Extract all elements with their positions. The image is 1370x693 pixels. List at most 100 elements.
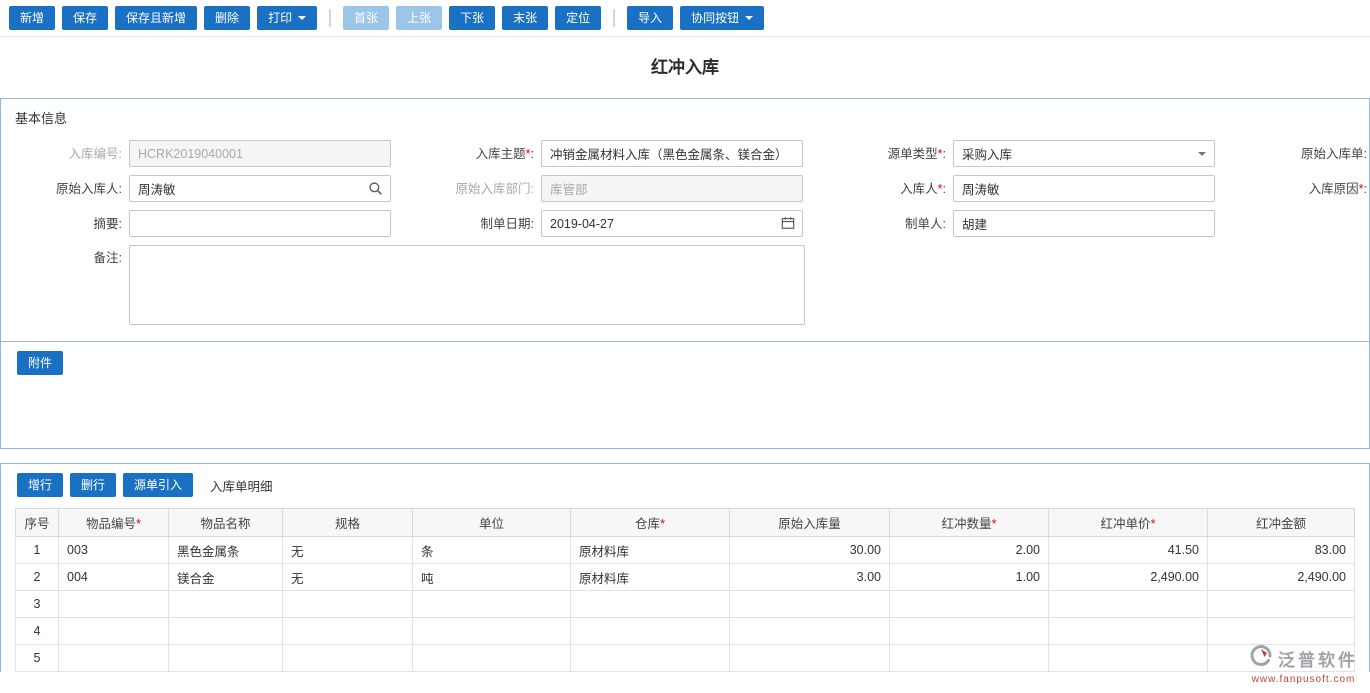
summary-label: 摘要: bbox=[1, 211, 129, 237]
delete-row-button[interactable]: 删行 bbox=[70, 473, 116, 497]
toolbar-button-next[interactable]: 下张 bbox=[449, 6, 495, 30]
original-dept-input[interactable] bbox=[541, 175, 803, 202]
chevron-down-icon bbox=[298, 16, 306, 24]
table-cell[interactable] bbox=[1208, 591, 1355, 618]
table-cell[interactable]: 5 bbox=[16, 645, 59, 672]
add-row-button[interactable]: 增行 bbox=[17, 473, 63, 497]
toolbar-button-last[interactable]: 末张 bbox=[502, 6, 548, 30]
table-cell[interactable] bbox=[283, 591, 413, 618]
toolbar-button-save-and-new[interactable]: 保存且新增 bbox=[115, 6, 197, 30]
table-cell[interactable] bbox=[1049, 645, 1208, 672]
table-cell[interactable]: 30.00 bbox=[730, 537, 890, 564]
toolbar-button-new[interactable]: 新增 bbox=[9, 6, 55, 30]
entry-subject-label: 入库主题*: bbox=[391, 141, 541, 167]
table-cell[interactable]: 004 bbox=[59, 564, 169, 591]
table-cell[interactable] bbox=[1049, 618, 1208, 645]
table-cell[interactable]: 条 bbox=[413, 537, 571, 564]
calendar-icon[interactable] bbox=[781, 216, 795, 230]
source-type-select[interactable]: 采购入库 bbox=[953, 140, 1215, 167]
table-cell[interactable]: 3 bbox=[16, 591, 59, 618]
table-cell[interactable] bbox=[59, 618, 169, 645]
table-cell[interactable]: 003 bbox=[59, 537, 169, 564]
entry-reason-label: 入库原因*: bbox=[1309, 176, 1369, 202]
table-cell[interactable] bbox=[571, 591, 730, 618]
toolbar-button-first[interactable]: 首张 bbox=[343, 6, 389, 30]
red-flush-inbound-page: 新增 保存 保存且新增 删除 打印 首张 上张 下张 末张 定位 导入 协同按钮… bbox=[0, 0, 1370, 693]
attachment-area: 附件 bbox=[1, 342, 1369, 448]
table-cell[interactable] bbox=[571, 618, 730, 645]
table-cell[interactable] bbox=[890, 618, 1049, 645]
watermark-url: www.fanpusoft.com bbox=[1249, 674, 1358, 685]
table-cell[interactable] bbox=[59, 591, 169, 618]
entry-person-input[interactable] bbox=[953, 175, 1215, 202]
entry-no-input[interactable] bbox=[129, 140, 391, 167]
column-header-flush-price: 红冲单价* bbox=[1049, 509, 1208, 537]
table-cell[interactable]: 无 bbox=[283, 537, 413, 564]
doc-date-input[interactable] bbox=[541, 210, 803, 237]
table-cell[interactable]: 无 bbox=[283, 564, 413, 591]
table-cell[interactable]: 原材料库 bbox=[571, 537, 730, 564]
column-header-warehouse: 仓库* bbox=[571, 509, 730, 537]
summary-input[interactable] bbox=[129, 210, 391, 237]
form-row-1: 入库编号: 入库主题*: 源单类型*: 采购入库 原始入库单: bbox=[1, 140, 1369, 167]
column-header-flush-qty: 红冲数量* bbox=[890, 509, 1049, 537]
table-cell[interactable] bbox=[730, 591, 890, 618]
table-cell[interactable] bbox=[169, 618, 283, 645]
toolbar-button-delete[interactable]: 删除 bbox=[204, 6, 250, 30]
table-cell[interactable] bbox=[283, 645, 413, 672]
search-icon[interactable] bbox=[368, 181, 383, 196]
table-row: 3 bbox=[16, 591, 1355, 618]
table-cell[interactable]: 2,490.00 bbox=[1208, 564, 1355, 591]
source-import-button[interactable]: 源单引入 bbox=[123, 473, 193, 497]
table-cell[interactable]: 2 bbox=[16, 564, 59, 591]
table-cell[interactable] bbox=[1049, 591, 1208, 618]
remark-textarea[interactable] bbox=[129, 245, 805, 325]
table-cell[interactable] bbox=[169, 645, 283, 672]
table-cell[interactable]: 镁合金 bbox=[169, 564, 283, 591]
table-cell[interactable]: 4 bbox=[16, 618, 59, 645]
table-cell[interactable] bbox=[571, 645, 730, 672]
table-cell[interactable]: 吨 bbox=[413, 564, 571, 591]
detail-toolbar: 增行 删行 源单引入 入库单明细 bbox=[1, 464, 1369, 504]
form-row-3: 摘要: 制单日期: 制单人: bbox=[1, 210, 1369, 237]
detail-table: 序号 物品编号* 物品名称 规格 单位 仓库* 原始入库量 红冲数量* 红冲单价… bbox=[15, 508, 1355, 672]
basic-info-form: 入库编号: 入库主题*: 源单类型*: 采购入库 原始入库单: bbox=[1, 132, 1369, 325]
table-cell[interactable] bbox=[890, 591, 1049, 618]
toolbar-button-save[interactable]: 保存 bbox=[62, 6, 108, 30]
toolbar-button-print[interactable]: 打印 bbox=[257, 6, 317, 30]
toolbar-button-locate[interactable]: 定位 bbox=[555, 6, 601, 30]
table-cell[interactable]: 1 bbox=[16, 537, 59, 564]
table-cell[interactable] bbox=[413, 645, 571, 672]
table-cell[interactable]: 83.00 bbox=[1208, 537, 1355, 564]
table-cell[interactable] bbox=[890, 645, 1049, 672]
chevron-down-icon bbox=[745, 16, 753, 24]
entry-subject-input[interactable] bbox=[541, 140, 803, 167]
doc-date-label: 制单日期: bbox=[391, 211, 541, 237]
toolbar-separator bbox=[613, 9, 615, 27]
table-cell[interactable] bbox=[413, 618, 571, 645]
table-cell[interactable] bbox=[413, 591, 571, 618]
table-cell[interactable]: 41.50 bbox=[1049, 537, 1208, 564]
table-cell[interactable] bbox=[730, 645, 890, 672]
table-cell[interactable] bbox=[283, 618, 413, 645]
page-title: 红冲入库 bbox=[651, 53, 719, 78]
original-person-input[interactable] bbox=[129, 175, 391, 202]
table-cell[interactable] bbox=[730, 618, 890, 645]
toolbar-button-prev[interactable]: 上张 bbox=[396, 6, 442, 30]
table-cell[interactable]: 原材料库 bbox=[571, 564, 730, 591]
table-cell[interactable] bbox=[1208, 645, 1355, 672]
table-row: 1 003 黑色金属条 无 条 原材料库 30.00 2.00 41.50 83… bbox=[16, 537, 1355, 564]
attachment-button[interactable]: 附件 bbox=[17, 351, 63, 375]
table-cell[interactable] bbox=[59, 645, 169, 672]
table-cell[interactable]: 2.00 bbox=[890, 537, 1049, 564]
table-cell[interactable]: 黑色金属条 bbox=[169, 537, 283, 564]
table-cell[interactable] bbox=[169, 591, 283, 618]
table-cell[interactable] bbox=[1208, 618, 1355, 645]
form-row-4: 备注: bbox=[1, 245, 1369, 325]
table-cell[interactable]: 1.00 bbox=[890, 564, 1049, 591]
toolbar-button-collaborate[interactable]: 协同按钮 bbox=[680, 6, 764, 30]
table-cell[interactable]: 3.00 bbox=[730, 564, 890, 591]
table-cell[interactable]: 2,490.00 bbox=[1049, 564, 1208, 591]
toolbar-button-import[interactable]: 导入 bbox=[627, 6, 673, 30]
doc-maker-input[interactable] bbox=[953, 210, 1215, 237]
